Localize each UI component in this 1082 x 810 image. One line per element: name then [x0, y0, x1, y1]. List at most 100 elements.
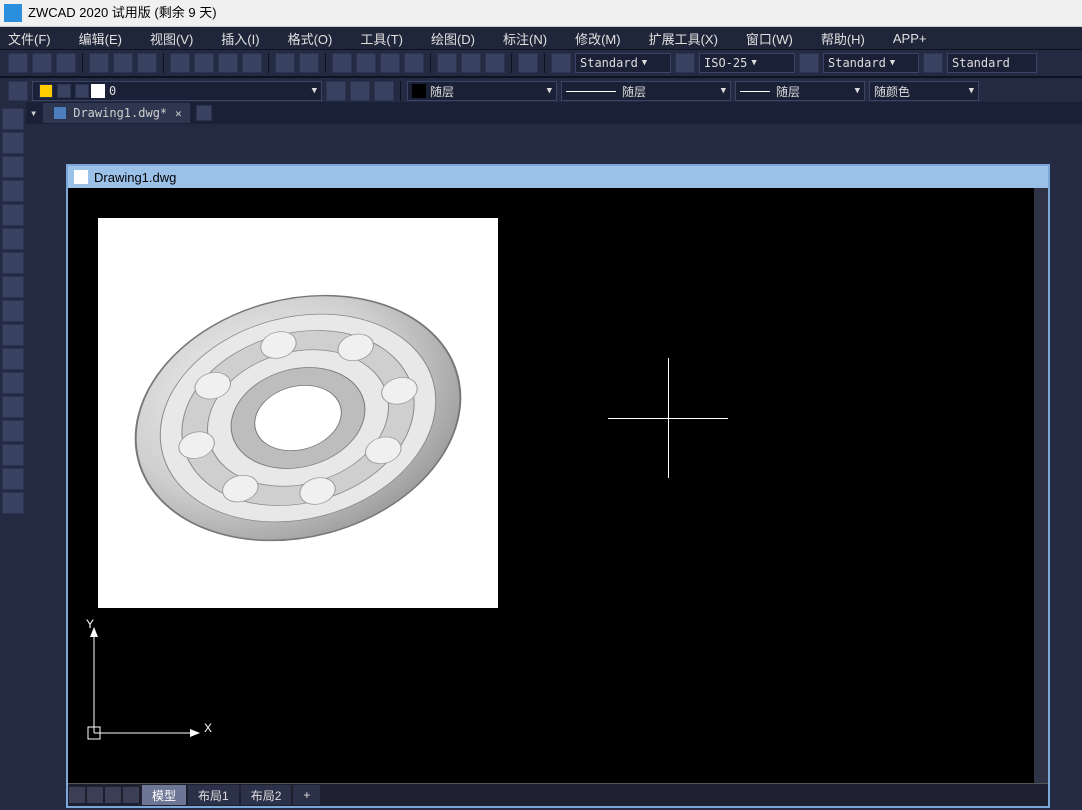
cloud-icon[interactable] [2, 300, 24, 322]
table-draw-icon[interactable] [2, 468, 24, 490]
new-file-icon[interactable] [8, 53, 28, 73]
go-next-icon[interactable] [105, 787, 121, 803]
canvas-host: Drawing1.dwg [26, 124, 1082, 810]
open-file-icon[interactable] [32, 53, 52, 73]
calc-icon[interactable] [437, 53, 457, 73]
tab-layout2[interactable]: 布局2 [241, 785, 292, 805]
line-icon[interactable] [2, 108, 24, 130]
ml-style-combo[interactable]: Standard [947, 53, 1037, 73]
print-preview-icon[interactable] [113, 53, 133, 73]
dim-style-combo[interactable]: ISO-25 ▼ [699, 53, 795, 73]
layer-off-icon[interactable] [374, 81, 394, 101]
paste-icon[interactable] [218, 53, 238, 73]
menu-window[interactable]: 窗口(W) [746, 29, 793, 48]
ellipse-icon[interactable] [2, 252, 24, 274]
text-icon[interactable] [2, 444, 24, 466]
close-icon[interactable]: ✕ [175, 107, 182, 120]
tab-new-icon[interactable] [196, 105, 212, 121]
tab-model[interactable]: 模型 [142, 785, 186, 805]
menu-insert[interactable]: 插入(I) [221, 29, 259, 48]
tab-layout2-label: 布局2 [251, 787, 282, 804]
undo-icon[interactable] [275, 53, 295, 73]
point-icon[interactable] [2, 396, 24, 418]
menu-tools[interactable]: 工具(T) [360, 29, 403, 48]
tab-layout1[interactable]: 布局1 [188, 785, 239, 805]
pan-icon[interactable] [332, 53, 352, 73]
menu-draw[interactable]: 绘图(D) [431, 29, 475, 48]
separator [511, 53, 512, 73]
polyline-icon[interactable] [2, 132, 24, 154]
properties-icon[interactable] [485, 53, 505, 73]
spline-icon[interactable] [2, 276, 24, 298]
grid-icon[interactable] [2, 492, 24, 514]
dims-icon[interactable] [2, 420, 24, 442]
chevron-down-icon: ▼ [969, 86, 974, 96]
lineweight-combo[interactable]: 随层 ▼ [735, 81, 865, 101]
menu-modify[interactable]: 修改(M) [575, 29, 621, 48]
go-end-icon[interactable] [123, 787, 139, 803]
separator [430, 53, 431, 73]
layer-combo[interactable]: 0 ▼ [32, 81, 322, 101]
polygon-icon[interactable] [2, 180, 24, 202]
zoom-extents-icon[interactable] [404, 53, 424, 73]
menu-app[interactable]: APP+ [893, 31, 927, 46]
light-icon [39, 84, 53, 98]
copy-icon[interactable] [194, 53, 214, 73]
zoom-window-icon[interactable] [380, 53, 400, 73]
menu-dim[interactable]: 标注(N) [503, 29, 547, 48]
zoom-icon[interactable] [356, 53, 376, 73]
drawing-window-titlebar[interactable]: Drawing1.dwg [68, 166, 1048, 188]
table-icon[interactable] [461, 53, 481, 73]
match-prop-icon[interactable] [242, 53, 262, 73]
bearing-render-icon [98, 218, 498, 608]
document-tab[interactable]: Drawing1.dwg* ✕ [43, 103, 190, 123]
chevron-down-icon: ▼ [642, 58, 647, 68]
dim-style-icon[interactable] [675, 53, 695, 73]
tab-add[interactable]: + [293, 785, 320, 805]
save-icon[interactable] [56, 53, 76, 73]
tab-menu-icon[interactable]: ▾ [30, 106, 37, 120]
standard-toolbar: Standard ▼ ISO-25 ▼ Standard ▼ Standard [0, 49, 1082, 77]
hatch-icon[interactable] [2, 348, 24, 370]
color-combo[interactable]: 随层 ▼ [407, 81, 557, 101]
redo-icon[interactable] [299, 53, 319, 73]
linetype-combo[interactable]: 随层 ▼ [561, 81, 731, 101]
workspace: ▾ Drawing1.dwg* ✕ Drawing1.dwg [0, 102, 1082, 810]
plot-icon[interactable] [137, 53, 157, 73]
text-style-icon[interactable] [551, 53, 571, 73]
print-icon[interactable] [89, 53, 109, 73]
lweight-bylayer: 随层 [776, 83, 800, 100]
table-style-icon[interactable] [799, 53, 819, 73]
chevron-down-icon: ▼ [312, 86, 317, 96]
rectangle-icon[interactable] [2, 204, 24, 226]
menu-file[interactable]: 文件(F) [8, 29, 51, 48]
ltype-bylayer: 随层 [622, 83, 646, 100]
table-style-combo[interactable]: Standard ▼ [823, 53, 919, 73]
go-start-icon[interactable] [69, 787, 85, 803]
menu-view[interactable]: 视图(V) [150, 29, 193, 48]
layer-prev-icon[interactable] [326, 81, 346, 101]
go-prev-icon[interactable] [87, 787, 103, 803]
menu-edit[interactable]: 编辑(E) [79, 29, 122, 48]
inserted-image[interactable] [98, 218, 498, 608]
menu-ext[interactable]: 扩展工具(X) [649, 29, 718, 48]
vertical-scrollbar[interactable] [1034, 188, 1048, 784]
freeze-icon [57, 84, 71, 98]
menu-help[interactable]: 帮助(H) [821, 29, 865, 48]
arc-icon[interactable] [2, 156, 24, 178]
help-icon[interactable] [518, 53, 538, 73]
tab-layout1-label: 布局1 [198, 787, 229, 804]
ml-style-icon[interactable] [923, 53, 943, 73]
cut-icon[interactable] [170, 53, 190, 73]
revcurve-icon[interactable] [2, 324, 24, 346]
layer-manager-icon[interactable] [8, 81, 28, 101]
region-icon[interactable] [2, 372, 24, 394]
plotcolor-combo[interactable]: 随颜色 ▼ [869, 81, 979, 101]
text-style-combo[interactable]: Standard ▼ [575, 53, 671, 73]
layer-name: 0 [109, 84, 116, 98]
separator [268, 53, 269, 73]
layer-iso-icon[interactable] [350, 81, 370, 101]
model-viewport[interactable]: Y X [68, 188, 1034, 784]
menu-format[interactable]: 格式(O) [288, 29, 333, 48]
circle-icon[interactable] [2, 228, 24, 250]
